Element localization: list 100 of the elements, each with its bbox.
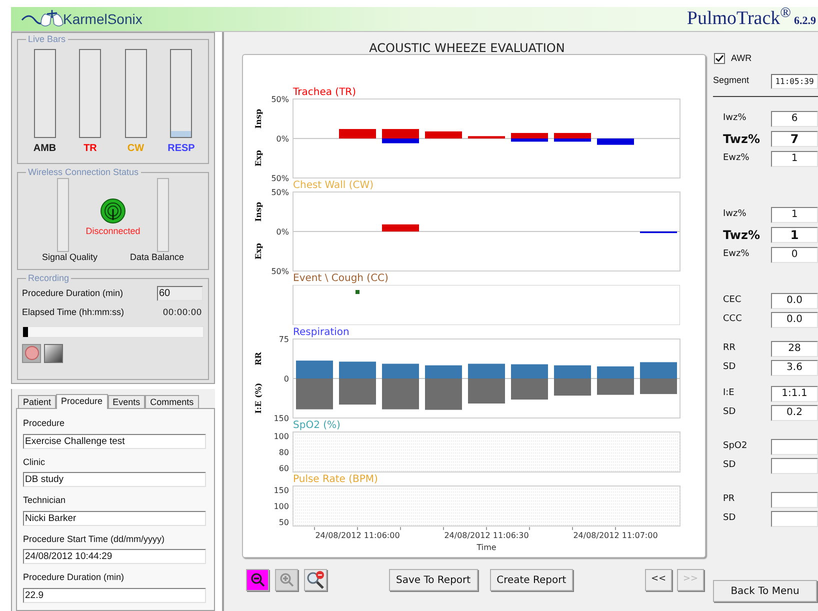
tick-label: 150 (274, 414, 289, 423)
axis-title: RR (253, 352, 263, 366)
action-button[interactable]: Save To Report (389, 569, 478, 591)
tick-label: 100 (274, 432, 289, 441)
group-title: Recording (27, 273, 70, 283)
stat-label: Ewz% (723, 248, 750, 261)
tick-label: 50% (271, 95, 289, 104)
stop-button[interactable] (44, 344, 63, 362)
stat-label: Iwz% (723, 208, 746, 221)
input-field[interactable]: 3.6 (771, 360, 818, 376)
input-field[interactable]: 0.0 (771, 292, 818, 308)
field-label: Clinic (23, 456, 46, 468)
input-field[interactable]: 1 (771, 206, 818, 222)
bar (468, 136, 505, 138)
stat-label: SD (723, 406, 736, 419)
axis-title: Exp (253, 243, 263, 260)
axis-title: Time (476, 543, 496, 552)
bar-label: TR (84, 142, 97, 156)
tick-label: 100 (274, 502, 289, 511)
chart-title: Event \ Cough (CC) (293, 273, 388, 284)
input-field[interactable]: 1 (771, 150, 818, 166)
input-field[interactable]: 28 (771, 340, 818, 356)
tab[interactable]: Comments (145, 395, 199, 408)
stat-label: CCC (723, 312, 742, 326)
axis-title: Insp (253, 108, 263, 129)
chart-title: Respiration (293, 327, 350, 338)
input-field[interactable]: 11:05:39 (771, 74, 818, 88)
axis-title: Exp (253, 150, 263, 166)
stat-label: RR (723, 342, 736, 355)
bar (339, 129, 376, 138)
bar (597, 138, 634, 145)
axis-title: I:E (%) (253, 382, 263, 414)
input-field[interactable]: 7 (771, 130, 818, 146)
input-field[interactable]: 22.9 (23, 588, 206, 602)
tab[interactable]: Procedure (56, 394, 108, 409)
zoom-out-icon (250, 572, 266, 588)
tick-label: 150 (274, 486, 289, 495)
stat-label: SD (723, 458, 736, 472)
input-field[interactable] (771, 510, 818, 526)
bar-label: RESP (168, 142, 195, 156)
chart-title: Trachea (TR) (293, 87, 356, 98)
data-balance-label: Data Balance (130, 251, 184, 264)
input-field[interactable] (771, 458, 818, 474)
input-field[interactable] (771, 438, 818, 454)
nav-button[interactable]: << (645, 569, 672, 591)
logo-text: KarmelSonix (63, 10, 142, 28)
field-label: Technician (23, 494, 67, 507)
input-field[interactable]: 0.2 (771, 404, 818, 420)
tick-label: 24/08/2012 11:07:00 (573, 530, 658, 542)
back-to-menu-button[interactable]: Back To Menu (713, 580, 817, 602)
stat-label: Twz% (723, 226, 760, 244)
zoom-button[interactable] (304, 569, 327, 591)
stat-label: I:E (723, 386, 734, 400)
input-field[interactable]: DB study (23, 472, 206, 487)
tick-label: 0% (276, 134, 289, 144)
tick-label: 50% (271, 174, 289, 183)
field-label: Elapsed Time (hh:mm:ss) (22, 306, 124, 319)
field-label: Procedure Duration (min) (23, 571, 126, 584)
magnifier-icon (306, 570, 326, 590)
input-field[interactable]: Nicki Barker (23, 510, 206, 526)
tick-label: 0 (284, 374, 289, 384)
stat-label: CEC (723, 294, 742, 307)
tick-label: 60 (278, 464, 289, 473)
event-marker (356, 290, 360, 294)
tick-label: 50% (271, 267, 289, 276)
action-button[interactable]: Create Report (490, 569, 574, 591)
record-button[interactable] (22, 344, 41, 362)
input-field[interactable]: 1 (771, 226, 818, 242)
bar-label: AMB (33, 142, 56, 156)
stat-label: SD (723, 360, 736, 374)
input-field[interactable] (771, 492, 818, 508)
version-label: 6.2.9 (794, 14, 816, 29)
chart-title: Pulse Rate (BPM) (293, 474, 378, 485)
group-title: Wireless Connection Status (27, 167, 140, 177)
field-label: Procedure Duration (min) (22, 286, 124, 300)
segment-label: Segment (713, 74, 750, 88)
input-field[interactable]: 24/08/2012 10:44:29 (23, 549, 206, 564)
input-field[interactable]: 6 (771, 110, 818, 126)
bar-label: CW (127, 142, 144, 156)
tab[interactable]: Events (108, 395, 146, 408)
input-field[interactable]: 0.0 (771, 312, 818, 328)
stat-label: Twz% (723, 130, 760, 148)
stat-label: Ewz% (723, 152, 750, 165)
stat-label: SpO2 (723, 440, 748, 453)
tab[interactable]: Patient (18, 395, 56, 408)
input-field[interactable]: 0 (771, 246, 818, 262)
stat-label: PR (723, 492, 735, 506)
tick-label: 24/08/2012 11:06:00 (315, 530, 400, 542)
tick-label: 75 (278, 335, 289, 344)
zoom-button[interactable] (246, 569, 269, 591)
connection-status: Disconnected (86, 225, 140, 238)
tick-label: 50 (278, 518, 289, 527)
checkbox-label: AWR (731, 52, 752, 65)
input-field[interactable]: 60 (157, 286, 203, 301)
input-field[interactable]: Exercise Challenge test (23, 434, 206, 448)
elapsed-time: 00:00:00 (162, 306, 202, 319)
stat-label: SD (723, 512, 736, 525)
chart-title: SpO2 (%) (293, 420, 340, 431)
input-field[interactable]: 1:1.1 (771, 386, 818, 402)
checkbox[interactable] (714, 53, 725, 64)
